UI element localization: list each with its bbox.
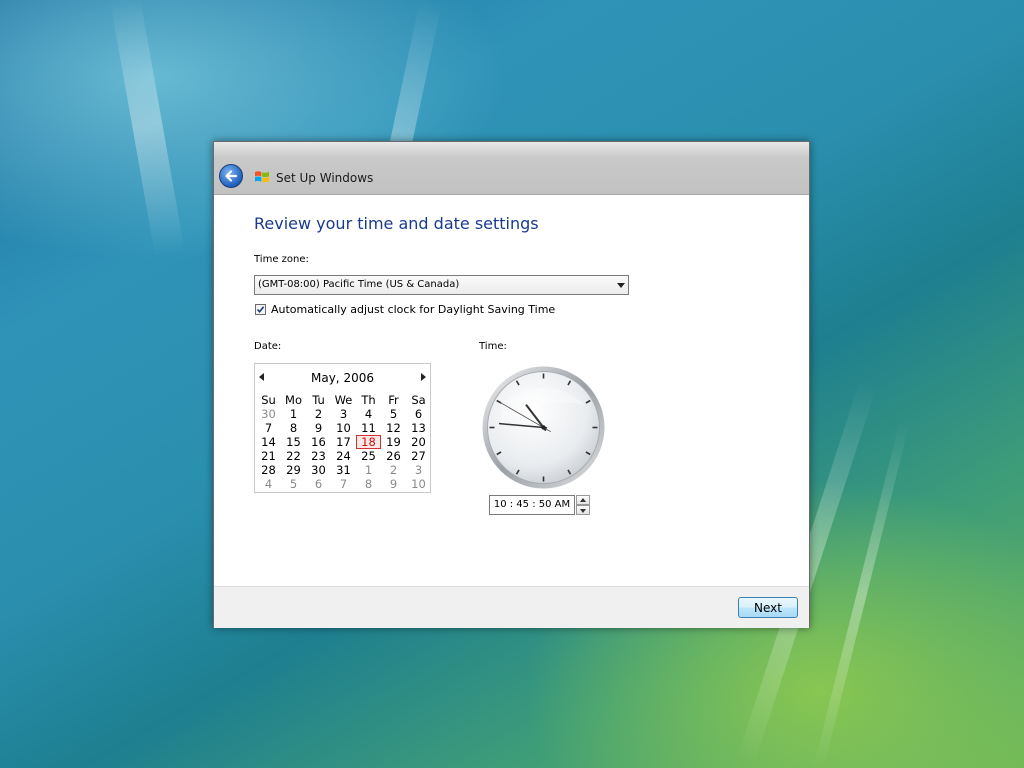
calendar-day[interactable]: 11 [356,421,381,435]
calendar-day[interactable]: 1 [356,463,381,477]
analog-clock [482,366,605,489]
weekday-header: Fr [388,393,399,407]
dropdown-arrow-icon [617,283,625,288]
window-title: Set Up Windows [276,171,374,185]
weekday-header: Mo [285,393,302,407]
next-button[interactable]: Next [738,597,798,618]
calendar-day[interactable]: 3 [331,407,356,421]
title-bar: Set Up Windows [214,142,809,195]
spin-down-icon [580,509,586,513]
timezone-dropdown[interactable]: (GMT-08:00) Pacific Time (US & Canada) [254,275,629,295]
month-calendar: May, 2006 Su Mo Tu We Th Fr Sa 30 1 2 3 4 5 6 7 8 9 10 11 1… [254,363,431,493]
calendar-day[interactable]: 28 [256,463,281,477]
calendar-month-title: May, 2006 [311,371,374,385]
calendar-day[interactable]: 23 [306,449,331,463]
calendar-day[interactable]: 15 [281,435,306,449]
calendar-day[interactable]: 22 [281,449,306,463]
date-label: Date: [254,341,282,352]
calendar-day[interactable]: 9 [306,421,331,435]
calendar-day[interactable]: 20 [406,435,431,449]
calendar-day[interactable]: 10 [406,477,431,491]
time-label: Time: [479,341,507,352]
dst-checkbox-label[interactable]: Automatically adjust clock for Daylight … [271,303,555,316]
calendar-day[interactable]: 14 [256,435,281,449]
weekday-header: Su [261,393,276,407]
calendar-day[interactable]: 19 [381,435,406,449]
calendar-day[interactable]: 7 [331,477,356,491]
spin-up-icon [580,498,586,502]
back-arrow-icon [225,170,238,182]
calendar-day[interactable]: 6 [406,407,431,421]
timezone-label: Time zone: [254,254,309,265]
calendar-day[interactable]: 4 [256,477,281,491]
calendar-day[interactable]: 30 [306,463,331,477]
time-value: 10 : 45 : 50 AM [493,499,571,510]
calendar-day-selected[interactable]: 18 [356,435,381,449]
calendar-day[interactable]: 7 [256,421,281,435]
next-month-arrow-icon[interactable] [421,373,426,381]
calendar-day[interactable]: 30 [256,407,281,421]
time-input[interactable]: 10 : 45 : 50 AM [489,495,575,515]
timezone-value: (GMT-08:00) Pacific Time (US & Canada) [258,279,460,290]
calendar-day[interactable]: 31 [331,463,356,477]
weekday-header: We [334,393,353,407]
weekday-header: Sa [411,393,426,407]
calendar-day[interactable]: 5 [281,477,306,491]
time-down-button[interactable] [576,505,590,515]
dst-checkbox[interactable] [255,304,266,315]
calendar-day[interactable]: 16 [306,435,331,449]
calendar-day[interactable]: 4 [356,407,381,421]
time-up-button[interactable] [576,495,590,505]
calendar-day[interactable]: 9 [381,477,406,491]
calendar-day[interactable]: 24 [331,449,356,463]
calendar-day[interactable]: 8 [281,421,306,435]
calendar-day[interactable]: 25 [356,449,381,463]
setup-dialog: Set Up Windows Review your time and date… [213,141,810,628]
calendar-day[interactable]: 21 [256,449,281,463]
calendar-day[interactable]: 5 [381,407,406,421]
calendar-day[interactable]: 13 [406,421,431,435]
weekday-header: Th [361,393,376,407]
back-button[interactable] [219,164,243,188]
calendar-day[interactable]: 8 [356,477,381,491]
dialog-footer: Next [214,586,809,628]
calendar-day[interactable]: 29 [281,463,306,477]
calendar-day[interactable]: 3 [406,463,431,477]
calendar-day[interactable]: 6 [306,477,331,491]
page-heading: Review your time and date settings [254,214,539,233]
calendar-day[interactable]: 10 [331,421,356,435]
windows-flag-icon [255,171,269,183]
calendar-day[interactable]: 2 [381,463,406,477]
checkmark-icon [256,306,265,314]
calendar-day[interactable]: 1 [281,407,306,421]
calendar-day[interactable]: 12 [381,421,406,435]
weekday-header: Tu [312,393,325,407]
calendar-day[interactable]: 26 [381,449,406,463]
time-spinner[interactable] [576,495,590,515]
calendar-day[interactable]: 27 [406,449,431,463]
calendar-day[interactable]: 2 [306,407,331,421]
calendar-day[interactable]: 17 [331,435,356,449]
